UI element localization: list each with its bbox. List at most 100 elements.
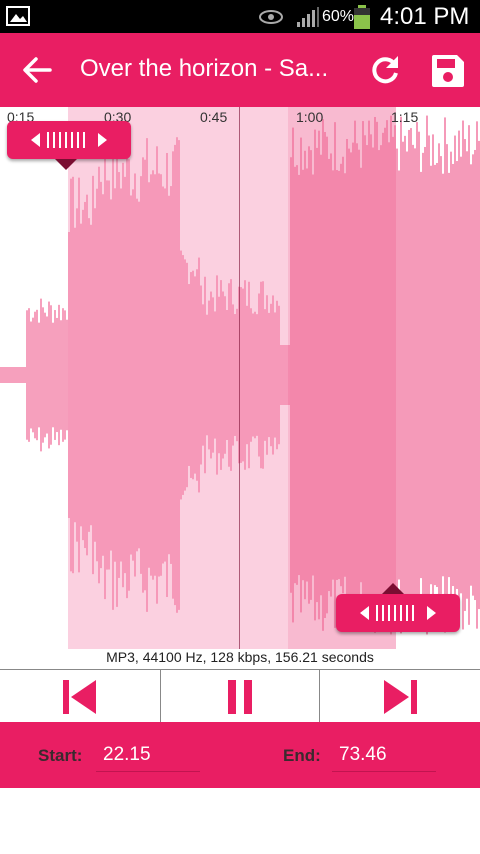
- back-arrow-icon[interactable]: [20, 53, 54, 87]
- waveform-sample: [6, 367, 8, 383]
- waveform-sample: [12, 367, 14, 383]
- waveform-sample: [416, 122, 418, 628]
- time-tick: 1:00: [296, 109, 324, 125]
- waveform-sample: [62, 308, 64, 442]
- drag-handle-icon: [31, 132, 107, 148]
- waveform-sample: [16, 367, 18, 383]
- waveform-sample: [100, 181, 102, 569]
- waveform-sample: [442, 173, 444, 577]
- waveform-sample: [230, 279, 232, 471]
- waveform-sample: [56, 317, 58, 433]
- waveform-sample: [220, 280, 222, 470]
- waveform-sample: [428, 135, 430, 615]
- waveform-sample: [76, 208, 78, 542]
- end-marker-handle[interactable]: [336, 583, 460, 632]
- waveform-sample: [154, 174, 156, 576]
- waveform-sample: [120, 188, 122, 562]
- skip-previous-button[interactable]: [0, 670, 161, 723]
- waveform-sample: [212, 297, 214, 453]
- waveform-sample: [398, 170, 400, 580]
- skip-next-button[interactable]: [320, 670, 480, 723]
- waveform-sample: [444, 117, 446, 633]
- waveform-sample: [246, 305, 248, 445]
- waveform-sample: [436, 162, 438, 588]
- waveform-sample: [24, 367, 26, 383]
- waveform-sample: [174, 144, 176, 606]
- waveform-sample: [46, 316, 48, 434]
- start-field[interactable]: 22.15: [103, 744, 151, 766]
- waveform-sample: [468, 125, 470, 625]
- start-marker-handle[interactable]: [7, 121, 131, 170]
- waveform-sample: [90, 224, 92, 526]
- waveform-sample: [180, 250, 182, 500]
- waveform-sample: [108, 180, 110, 570]
- waveform-sample: [432, 134, 434, 616]
- waveform-sample: [224, 296, 226, 454]
- start-marker-pointer: [55, 159, 77, 170]
- waveform-sample: [234, 314, 236, 436]
- waveform-sample: [106, 180, 108, 570]
- waveform-sample: [30, 321, 32, 429]
- waveform-sample: [454, 135, 456, 615]
- waveform-sample: [204, 276, 206, 474]
- waveform-sample: [184, 259, 186, 491]
- waveform-sample: [210, 291, 212, 459]
- waveform-sample: [110, 199, 112, 551]
- time-tick: 0:45: [200, 109, 228, 125]
- waveform-sample: [198, 257, 200, 493]
- waveform-sample: [4, 367, 6, 383]
- selection-panel: Start: 22.15 End: 73.46: [0, 722, 480, 788]
- waveform-sample: [94, 208, 96, 542]
- waveform-sample: [92, 175, 94, 575]
- waveform-sample: [236, 308, 238, 442]
- end-field[interactable]: 73.46: [339, 744, 387, 766]
- waveform-sample: [232, 304, 234, 446]
- waveform-sample: [80, 223, 82, 527]
- waveform-sample: [194, 276, 196, 474]
- waveform-sample: [112, 140, 114, 610]
- save-icon[interactable]: [430, 53, 466, 89]
- waveform-sample: [20, 367, 22, 383]
- waveform-sample: [156, 146, 158, 604]
- waveform-sample: [176, 137, 178, 613]
- waveform-sample: [116, 143, 118, 607]
- waveform-sample: [276, 300, 278, 450]
- drag-handle-icon: [360, 605, 436, 621]
- waveform-sample: [244, 280, 246, 470]
- gallery-icon: [6, 6, 30, 26]
- refresh-icon[interactable]: [368, 53, 402, 87]
- waveform-sample: [434, 164, 436, 586]
- waveform-sample: [470, 164, 472, 586]
- waveform-sample: [206, 314, 208, 436]
- waveform-sample: [280, 345, 282, 405]
- waveform-sample: [178, 140, 180, 610]
- waveform-sample: [252, 313, 254, 437]
- waveform-sample: [78, 177, 80, 573]
- skip-previous-icon: [63, 680, 96, 714]
- waveform-sample: [228, 283, 230, 467]
- end-field-underline: [332, 771, 436, 772]
- waveform-sample: [84, 201, 86, 549]
- track-info: MP3, 44100 Hz, 128 kbps, 156.21 seconds: [106, 649, 374, 665]
- waveform-sample: [410, 128, 412, 622]
- waveform-sample: [152, 170, 154, 580]
- waveform-sample: [8, 367, 10, 383]
- waveform-sample: [50, 305, 52, 445]
- waveform-sample: [266, 295, 268, 455]
- waveform-sample: [240, 287, 242, 463]
- waveform-sample: [164, 188, 166, 562]
- waveform-sample: [82, 209, 84, 541]
- waveform-sample: [242, 288, 244, 462]
- waveform-sample: [150, 174, 152, 576]
- waveform-sample: [400, 116, 402, 634]
- waveform-sample: [192, 270, 194, 480]
- waveform-sample: [420, 171, 422, 579]
- waveform-sample: [162, 186, 164, 564]
- pause-button[interactable]: [161, 670, 320, 723]
- start-label: Start:: [38, 746, 83, 765]
- waveform-sample: [52, 322, 54, 428]
- waveform-sample: [96, 188, 98, 562]
- waveform-sample: [142, 157, 144, 593]
- waveform-sample: [426, 115, 428, 635]
- waveform-view[interactable]: 0:15 0:30 0:45 1:00 1:15: [0, 107, 480, 649]
